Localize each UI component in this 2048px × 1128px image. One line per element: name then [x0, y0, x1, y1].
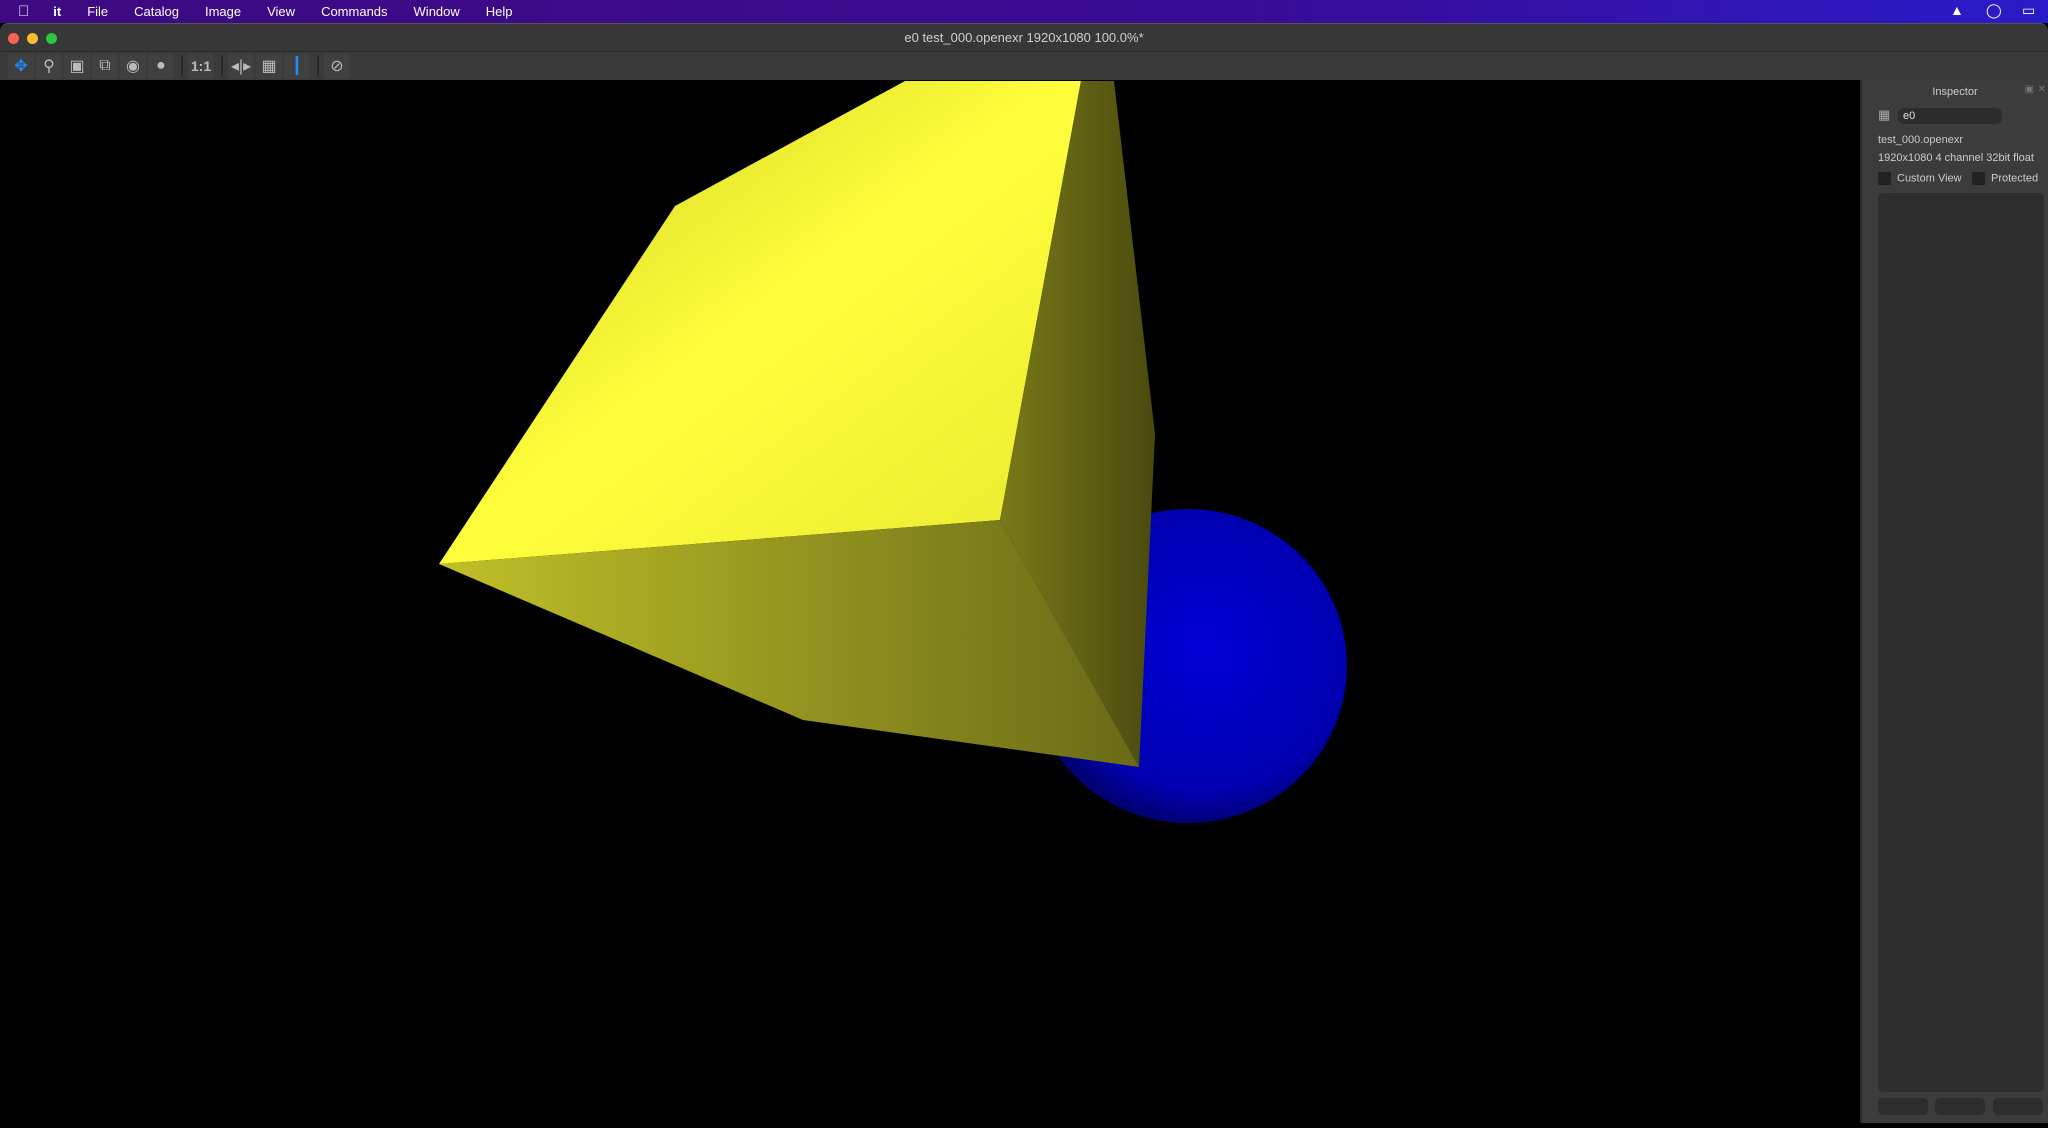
sphere-pointer-icon: ● [156, 57, 166, 74]
filename-label: test_000.openexr [1878, 134, 1964, 146]
globe-pointer-button[interactable]: ◉ [120, 53, 146, 79]
zoom-button[interactable] [46, 33, 57, 44]
menu-commands[interactable]: Commands [321, 4, 387, 19]
display-icon[interactable]: ▭ [2022, 2, 2035, 19]
menu-help[interactable]: Help [486, 4, 513, 19]
inspector-panel: Inspector ▣ ✕ ▦ test_000.openexr 1920x10… [1860, 80, 2048, 1123]
split-button[interactable]: ◂|▸ [228, 53, 254, 79]
crosshair-button[interactable]: ┃ [284, 53, 310, 79]
menu-window[interactable]: Window [414, 4, 460, 19]
divider [221, 56, 223, 76]
title-bar: e0 test_000.openexr 1920x1080 100.0%* [0, 23, 2048, 51]
protected-label: Protected [1991, 172, 2039, 185]
movie-button[interactable]: ▣ [64, 53, 90, 79]
menu-file[interactable]: File [87, 4, 108, 19]
menu-app[interactable]: it [53, 4, 61, 19]
rocket-icon[interactable]: ▲ [1950, 2, 1964, 18]
close-button[interactable] [8, 33, 19, 44]
zoom-tool-button[interactable]: ⚲ [36, 53, 62, 79]
split-icon: ◂|▸ [230, 58, 252, 75]
menu-bar:  it File Catalog Image View Commands Wi… [0, 0, 2048, 23]
cube-top-face [439, 81, 1081, 564]
actual-size-button[interactable]: 1:1 [188, 53, 214, 79]
custom-view-label: Custom View [1897, 172, 1962, 185]
inspector-list[interactable] [1878, 193, 2044, 1092]
image-button[interactable]: ▦ [256, 53, 282, 79]
sphere-pointer-button[interactable]: ● [148, 53, 174, 79]
pan-tool-button[interactable]: ✥ [8, 53, 34, 79]
minimize-button[interactable] [27, 33, 38, 44]
clapperboard-icon: ▣ [69, 58, 85, 75]
custom-view-checkbox[interactable]: Custom View [1878, 172, 1962, 185]
globe-pointer-icon: ◉ [126, 58, 140, 75]
window-title: e0 test_000.openexr 1920x1080 100.0%* [904, 30, 1144, 45]
image-viewport[interactable] [0, 80, 1860, 1123]
inspector-button-1[interactable] [1878, 1098, 1928, 1115]
divider [317, 56, 319, 76]
movie-disabled-icon: ⊘ [330, 58, 344, 75]
close-icon[interactable]: ✕ [2038, 84, 2046, 95]
rendered-image [439, 81, 1347, 823]
apple-icon[interactable]:  [18, 3, 29, 20]
menu-catalog[interactable]: Catalog [134, 4, 179, 19]
menu-image[interactable]: Image [205, 4, 241, 19]
inspector-button-3[interactable] [1993, 1098, 2043, 1115]
sync-icon[interactable]: ◯ [1986, 2, 2002, 19]
menu-view[interactable]: View [267, 4, 295, 19]
image-icon: ▦ [261, 58, 277, 75]
movie-disabled-button[interactable]: ⊘ [324, 53, 350, 79]
move-arrows-icon: ✥ [14, 58, 28, 75]
image-name-field[interactable] [1898, 108, 2002, 124]
image-icon: ▦ [1878, 107, 1891, 122]
divider [181, 56, 183, 76]
layers-icon: ⧉ [99, 57, 111, 74]
crosshair-icon: ┃ [292, 58, 302, 75]
inspector-title: Inspector [1932, 86, 1978, 98]
image-info-label: 1920x1080 4 channel 32bit float [1878, 152, 2034, 164]
inspector-button-2[interactable] [1935, 1098, 1985, 1115]
checkbox-box[interactable] [1878, 172, 1891, 185]
checkbox-box[interactable] [1972, 172, 1985, 185]
protected-checkbox[interactable]: Protected [1972, 172, 2038, 185]
float-icon[interactable]: ▣ [2025, 84, 2034, 95]
one-to-one-label: 1:1 [190, 58, 212, 74]
magnifier-icon: ⚲ [43, 58, 55, 75]
toolbar: ✥ ⚲ ▣ ⧉ ◉ ● 1:1 ◂|▸ ▦ ┃ ⊘ [0, 51, 2048, 80]
layers-button[interactable]: ⧉ [92, 53, 118, 79]
